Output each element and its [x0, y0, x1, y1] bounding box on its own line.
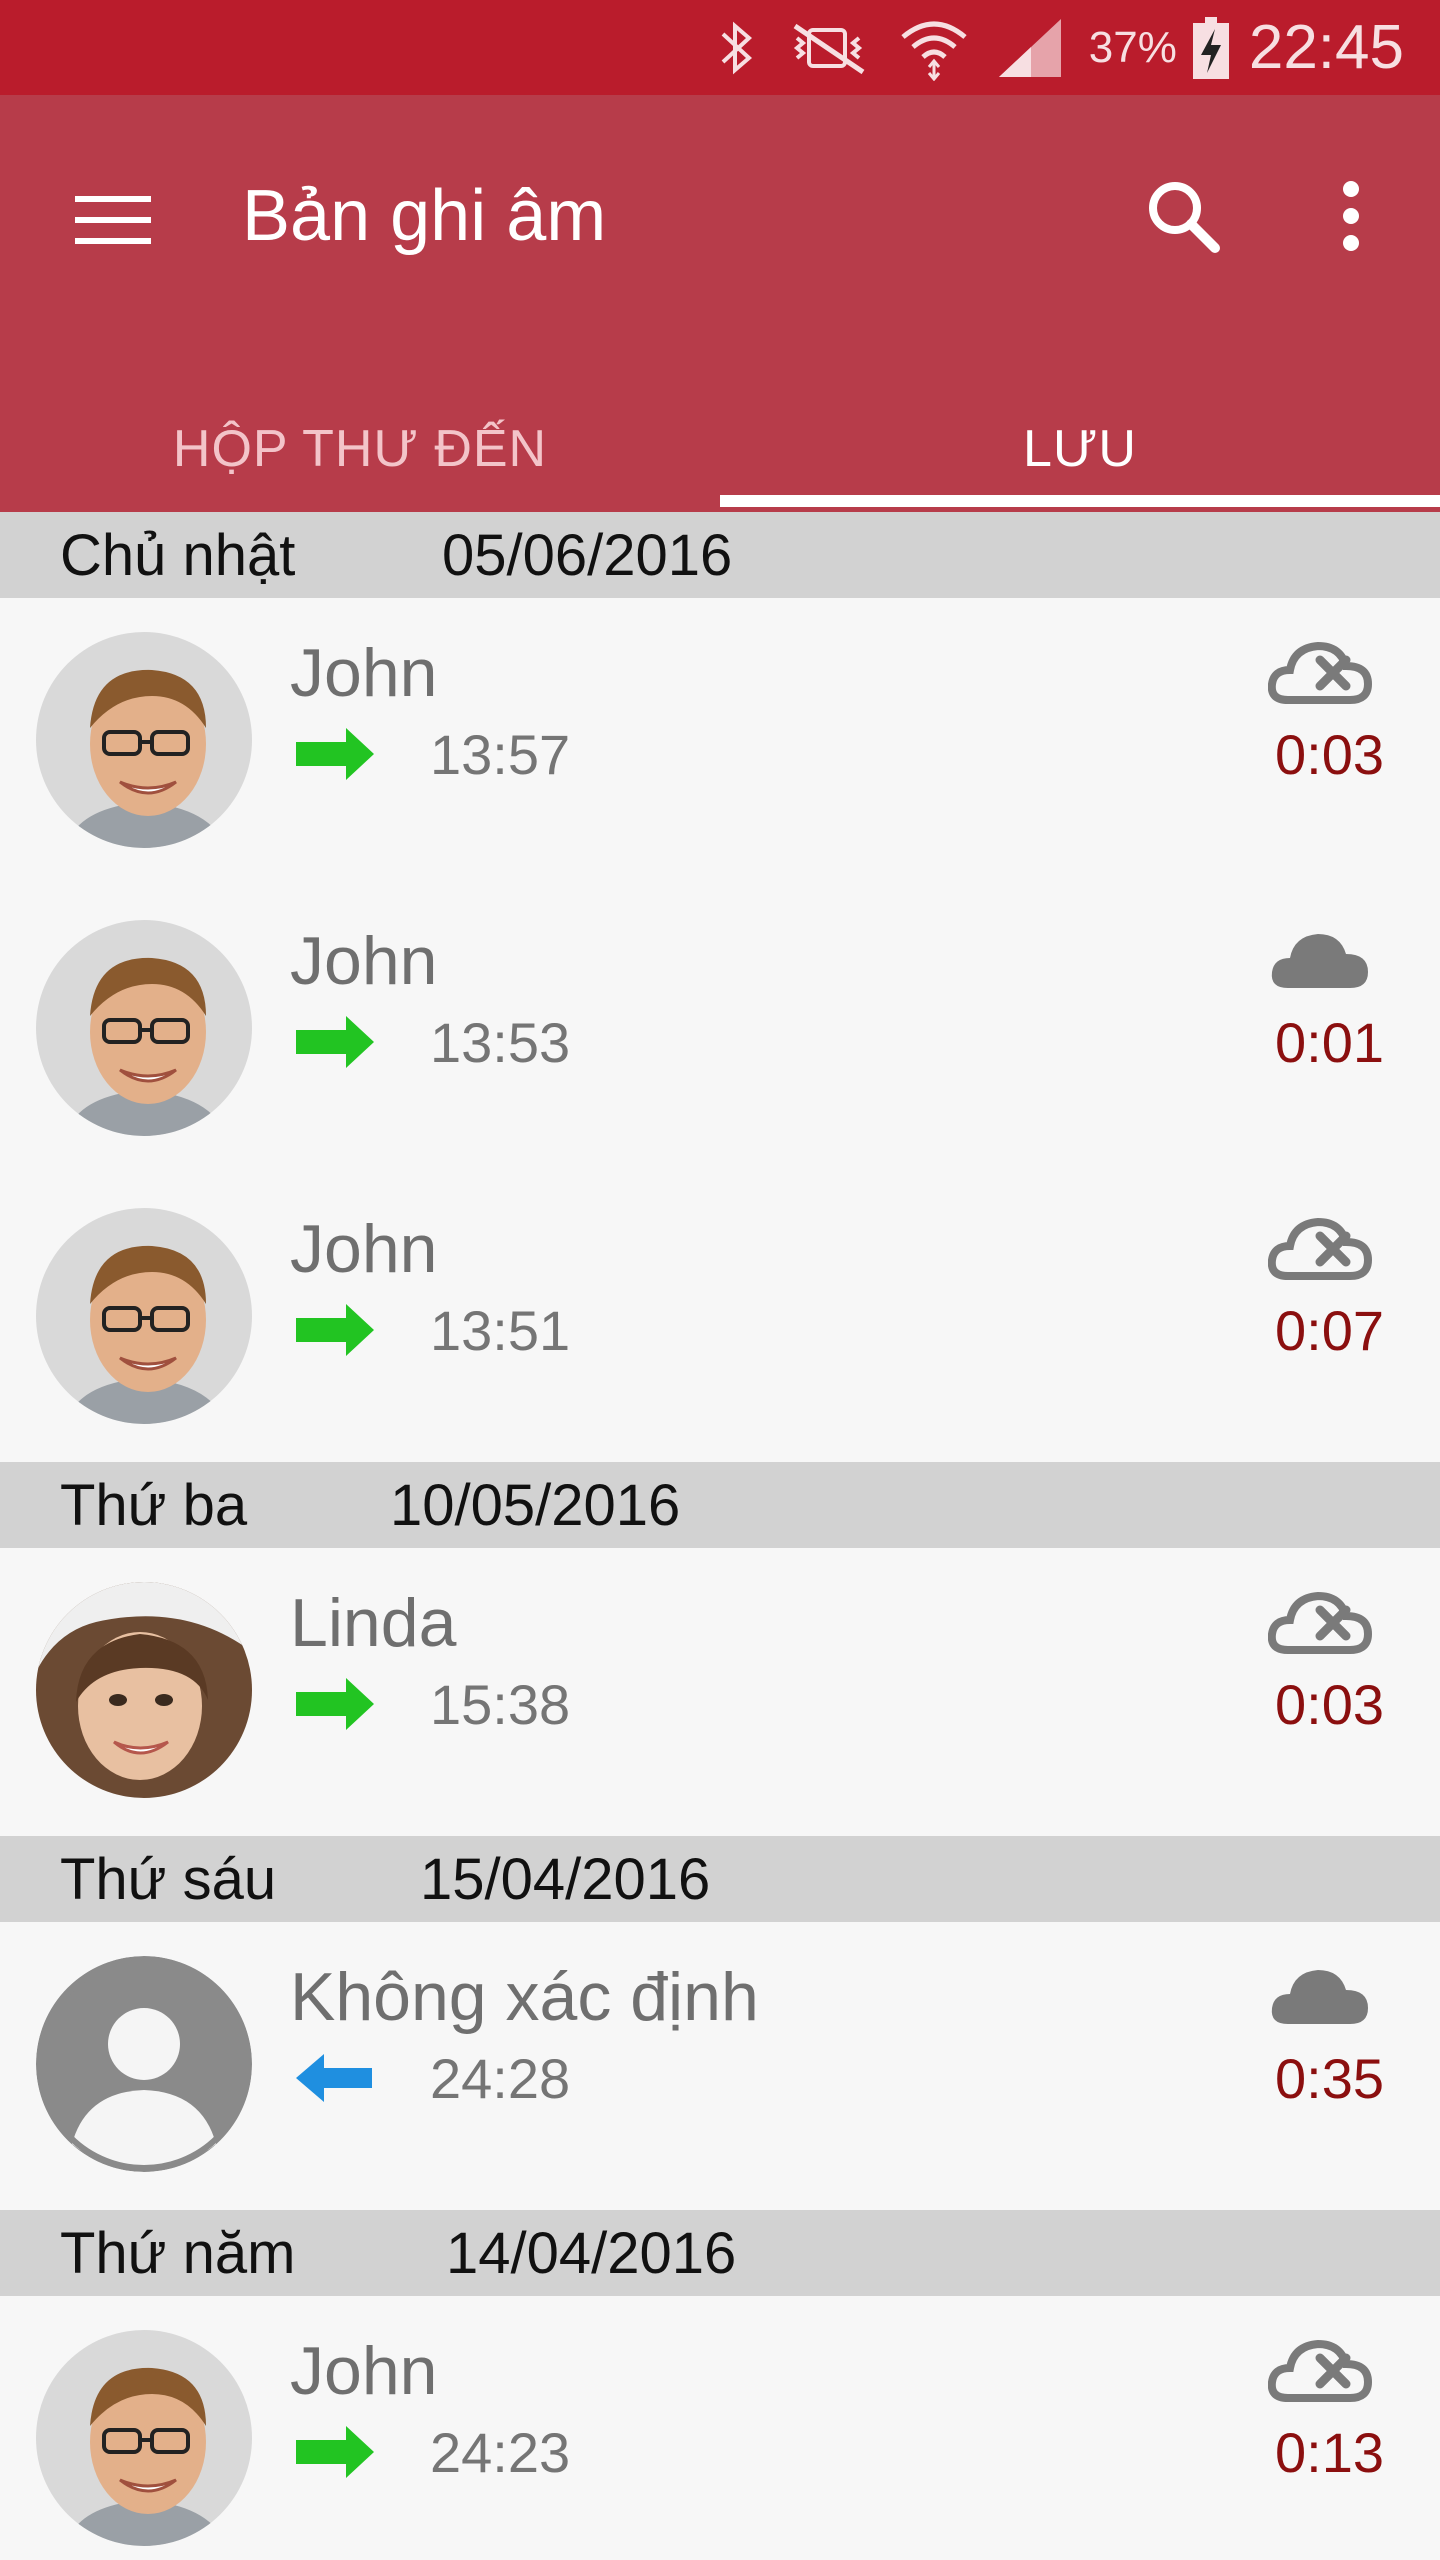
tab-saved[interactable]: LƯU	[720, 385, 1440, 512]
call-time: 13:51	[430, 1299, 571, 1362]
signal-icon	[995, 15, 1065, 81]
date-header-date: 05/06/2016	[442, 523, 733, 588]
clock: 22:45	[1248, 13, 1404, 82]
call-time: 24:23	[430, 2421, 571, 2484]
more-vert-icon[interactable]	[1296, 161, 1406, 271]
battery-percent: 37%	[1088, 22, 1177, 72]
date-header: Thứ năm 14/04/2016	[0, 2210, 1440, 2296]
tab-indicator	[720, 495, 1440, 507]
call-duration: 0:03	[1275, 1673, 1384, 1736]
date-header-date: 10/05/2016	[390, 1473, 681, 1538]
call-duration: 0:03	[1275, 723, 1384, 786]
contact-avatar[interactable]	[36, 1582, 252, 1798]
call-duration: 0:07	[1275, 1299, 1384, 1362]
contact-avatar[interactable]	[36, 2330, 252, 2546]
cloud-off-icon[interactable]	[1267, 1210, 1373, 1290]
outgoing-call-arrow-icon	[294, 1674, 376, 1734]
date-header-date: 14/04/2016	[446, 2221, 737, 2286]
page-title: Bản ghi âm	[242, 176, 607, 256]
outgoing-call-arrow-icon	[294, 1012, 376, 1072]
outgoing-call-arrow-icon	[294, 2422, 376, 2482]
call-duration: 0:13	[1275, 2421, 1384, 2484]
default-avatar-icon[interactable]	[36, 1956, 252, 2172]
menu-icon[interactable]	[58, 165, 168, 275]
call-time: 15:38	[430, 1673, 571, 1736]
recordings-list: Chủ nhật 05/06/2016 John 13:57 0:03 John 13:53…	[0, 512, 1440, 2560]
contact-avatar[interactable]	[36, 920, 252, 1136]
app-bar: Bản ghi âm HỘP THƯ ĐẾN LƯU	[0, 95, 1440, 512]
vibrate-mute-icon	[783, 18, 873, 78]
recording-row[interactable]: Linda 15:38 0:03	[0, 1548, 1440, 1836]
recording-row[interactable]: John 13:53 0:01	[0, 886, 1440, 1174]
incoming-call-arrow-icon	[294, 2048, 376, 2108]
contact-name: John	[290, 635, 438, 711]
cloud-off-icon[interactable]	[1267, 2332, 1373, 2412]
contact-avatar[interactable]	[36, 632, 252, 848]
cloud-off-icon[interactable]	[1267, 634, 1373, 714]
call-time: 24:28	[430, 2047, 571, 2110]
contact-name: John	[290, 2333, 438, 2409]
date-header-day: Chủ nhật	[60, 523, 296, 588]
recording-row[interactable]: Không xác định 24:28 0:35	[0, 1922, 1440, 2210]
contact-name: John	[290, 923, 438, 999]
outgoing-call-arrow-icon	[294, 1300, 376, 1360]
contact-name: John	[290, 1211, 438, 1287]
cloud-icon[interactable]	[1268, 1958, 1372, 2038]
date-header-day: Thứ sáu	[60, 1847, 277, 1912]
call-time: 13:57	[430, 723, 571, 786]
recording-row[interactable]: John 13:51 0:07	[0, 1174, 1440, 1462]
date-header-date: 15/04/2016	[420, 1847, 711, 1912]
call-duration: 0:01	[1275, 1011, 1384, 1074]
battery-charging-icon	[1191, 15, 1231, 81]
contact-name: Không xác định	[290, 1959, 759, 2035]
date-header-day: Thứ năm	[60, 2221, 296, 2286]
search-icon[interactable]	[1128, 161, 1238, 271]
status-bar: 37% 22:45	[0, 0, 1440, 95]
bluetooth-icon	[717, 18, 757, 78]
date-header: Thứ ba 10/05/2016	[0, 1462, 1440, 1548]
recording-row[interactable]: John 24:23 0:13	[0, 2296, 1440, 2560]
tab-bar: HỘP THƯ ĐẾN LƯU	[0, 385, 1440, 512]
contact-name: Linda	[290, 1585, 457, 1661]
wifi-icon	[899, 15, 969, 81]
date-header: Chủ nhật 05/06/2016	[0, 512, 1440, 598]
date-header-day: Thứ ba	[60, 1473, 248, 1538]
call-duration: 0:35	[1275, 2047, 1384, 2110]
date-header: Thứ sáu 15/04/2016	[0, 1836, 1440, 1922]
contact-avatar[interactable]	[36, 1208, 252, 1424]
call-time: 13:53	[430, 1011, 571, 1074]
cloud-icon[interactable]	[1268, 922, 1372, 1002]
outgoing-call-arrow-icon	[294, 724, 376, 784]
tab-inbox[interactable]: HỘP THƯ ĐẾN	[0, 385, 720, 512]
recording-row[interactable]: John 13:57 0:03	[0, 598, 1440, 886]
cloud-off-icon[interactable]	[1267, 1584, 1373, 1664]
